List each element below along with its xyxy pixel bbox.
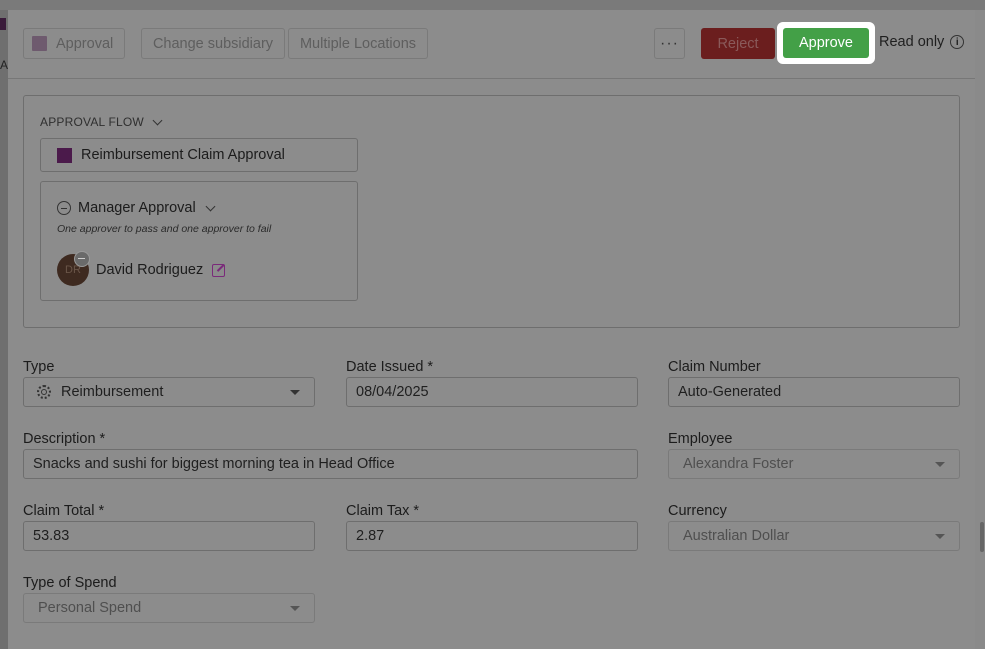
employee-label: Employee: [668, 431, 733, 447]
claim-total-field[interactable]: 53.83: [23, 521, 315, 551]
date-issued-label: Date Issued *: [346, 359, 434, 375]
claim-total-label: Claim Total *: [23, 503, 105, 519]
chevron-down-icon: [205, 201, 216, 211]
type-value: Reimbursement: [61, 384, 164, 400]
approval-flow-title: APPROVAL FLOW: [40, 115, 144, 129]
currency-value: Australian Dollar: [683, 528, 790, 544]
type-of-spend-value: Personal Spend: [38, 600, 142, 616]
date-issued-value: 08/04/2025: [356, 384, 429, 400]
currency-select[interactable]: Australian Dollar: [668, 521, 960, 551]
type-of-spend-select[interactable]: Personal Spend: [23, 593, 315, 623]
claim-number-value: Auto-Generated: [678, 384, 782, 400]
read-only-label: Read only: [879, 34, 945, 50]
flow-name-label: Reimbursement Claim Approval: [81, 147, 285, 163]
pending-status-icon: [57, 201, 71, 215]
chevron-down-icon: [152, 115, 163, 125]
claim-tax-value: 2.87: [356, 528, 385, 544]
description-value: Snacks and sushi for biggest morning tea…: [33, 456, 395, 472]
background-logo-mark: [0, 18, 6, 30]
flow-color-swatch: [57, 147, 72, 163]
modal-toolbar: Approval Change subsidiary Multiple Loca…: [8, 10, 975, 79]
employee-select[interactable]: Alexandra Foster: [668, 449, 960, 479]
approval-color-swatch: [32, 36, 47, 51]
type-select[interactable]: Reimbursement: [23, 377, 315, 407]
description-label: Description *: [23, 431, 106, 447]
more-options-button[interactable]: ···: [654, 28, 685, 59]
claim-tax-label: Claim Tax *: [346, 503, 420, 519]
currency-label: Currency: [668, 503, 727, 519]
edit-icon[interactable]: [212, 263, 226, 277]
caret-down-icon: [935, 462, 945, 467]
employee-value: Alexandra Foster: [683, 456, 794, 472]
reject-button[interactable]: Reject: [701, 28, 775, 59]
background-right-strip: [975, 10, 985, 649]
approval-button[interactable]: Approval: [23, 28, 125, 59]
approver-name: David Rodriguez: [96, 262, 204, 278]
change-subsidiary-button[interactable]: Change subsidiary: [141, 28, 285, 59]
claim-modal: Approval Change subsidiary Multiple Loca…: [8, 10, 975, 649]
gear-icon: [37, 385, 51, 399]
approval-flow-panel: APPROVAL FLOW Reimbursement Claim Approv…: [23, 95, 960, 328]
avatar: DR: [57, 251, 90, 286]
approval-flow-name: Reimbursement Claim Approval: [40, 138, 358, 172]
approval-button-label: Approval: [56, 35, 114, 52]
caret-down-icon: [935, 534, 945, 539]
approve-button[interactable]: Approve: [783, 28, 869, 58]
type-of-spend-label: Type of Spend: [23, 575, 117, 591]
approve-button-highlight: Approve: [777, 22, 875, 64]
background-scrollbar[interactable]: [980, 522, 984, 552]
claim-total-value: 53.83: [33, 528, 70, 544]
pending-badge-icon: [74, 251, 90, 267]
caret-down-icon: [290, 606, 300, 611]
read-only-indicator: Read only i: [879, 34, 965, 50]
multiple-locations-button[interactable]: Multiple Locations: [288, 28, 428, 59]
claim-number-label: Claim Number: [668, 359, 761, 375]
approval-step-card: Manager Approval One approver to pass an…: [40, 181, 358, 301]
description-field[interactable]: Snacks and sushi for biggest morning tea…: [23, 449, 638, 479]
claim-tax-field[interactable]: 2.87: [346, 521, 638, 551]
type-label: Type: [23, 359, 55, 375]
approval-flow-toggle[interactable]: APPROVAL FLOW: [40, 115, 163, 129]
caret-down-icon: [290, 390, 300, 395]
approver-row: DR David Rodriguez: [57, 251, 226, 286]
date-issued-field[interactable]: 08/04/2025: [346, 377, 638, 407]
claim-number-field[interactable]: Auto-Generated: [668, 377, 960, 407]
approval-step-name: Manager Approval: [78, 200, 196, 216]
background-letter: A: [0, 58, 9, 72]
background-left-strip: [0, 10, 8, 649]
approval-step-toggle[interactable]: Manager Approval: [57, 200, 216, 216]
info-icon[interactable]: i: [950, 35, 965, 49]
approval-step-rule: One approver to pass and one approver to…: [57, 223, 272, 235]
